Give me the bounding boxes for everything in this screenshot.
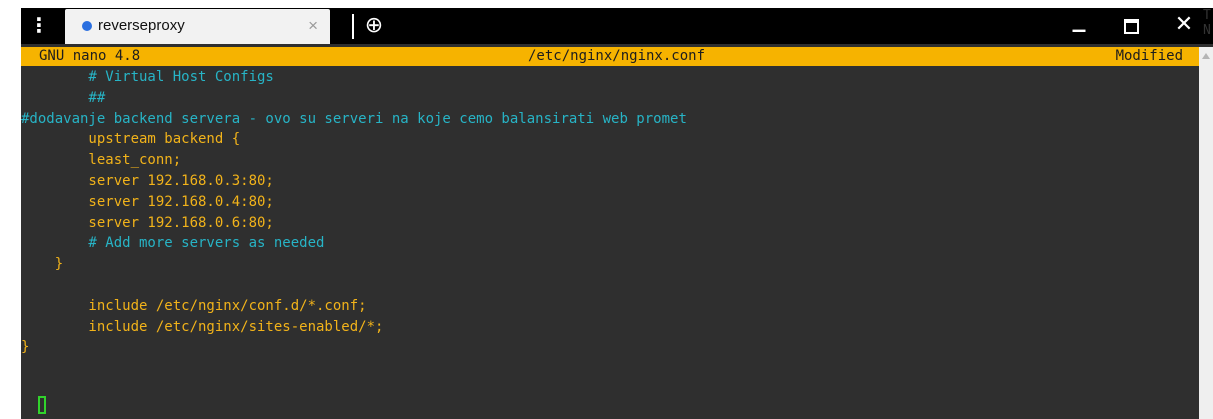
text-cursor [38,396,46,414]
editor-line: upstream backend { [21,131,241,148]
nano-filename: /etc/nginx/nginx.conf [528,48,706,64]
minimize-icon[interactable]: _ [1061,5,1097,44]
editor-line: include /etc/nginx/sites-enabled/*; [21,318,384,335]
editor-line: server 192.168.0.4:80; [21,193,274,210]
scroll-up-icon[interactable] [1202,53,1210,59]
tab-reverseproxy[interactable]: reverseproxy × [65,9,330,44]
background-window-edge-text: T N [1203,8,1211,38]
tab-close-icon[interactable]: × [308,16,318,36]
editor-line: ## [21,89,106,106]
editor-line: server 192.168.0.3:80; [21,173,274,189]
tab-title: reverseproxy [98,17,185,34]
title-bar: ⋮ reverseproxy × ⊕ _ ✕ [21,5,1213,44]
status-dot-icon [82,21,92,31]
close-window-icon[interactable]: ✕ [1166,8,1202,44]
editor-line: least_conn; [21,152,182,169]
terminal-window: ⋮ reverseproxy × ⊕ _ ✕ GNU nano 4.8 /etc… [21,5,1213,419]
editor-line: } [21,256,64,273]
tab-separator [352,14,354,39]
editor-line: server 192.168.0.6:80; [21,214,274,231]
scrollbar[interactable] [1199,47,1213,419]
menu-dots-icon[interactable]: ⋮ [21,8,57,44]
editor-area[interactable]: # Virtual Host Configs ## #dodavanje back… [21,66,1199,419]
maximize-icon[interactable] [1113,8,1149,44]
editor-line: include /etc/nginx/conf.d/*.conf; [21,297,367,314]
new-tab-icon[interactable]: ⊕ [360,12,388,40]
nano-header-bar: GNU nano 4.8 /etc/nginx/nginx.conf Modif… [21,47,1199,66]
editor-line: # Add more servers as needed [21,235,325,252]
nano-version: GNU nano 4.8 [39,48,141,64]
nano-modified-status: Modified [1115,48,1183,64]
editor-line: #dodavanje backend servera - ovo su serv… [21,110,687,127]
editor-line: } [21,339,30,356]
editor-line: # Virtual Host Configs [21,69,274,85]
